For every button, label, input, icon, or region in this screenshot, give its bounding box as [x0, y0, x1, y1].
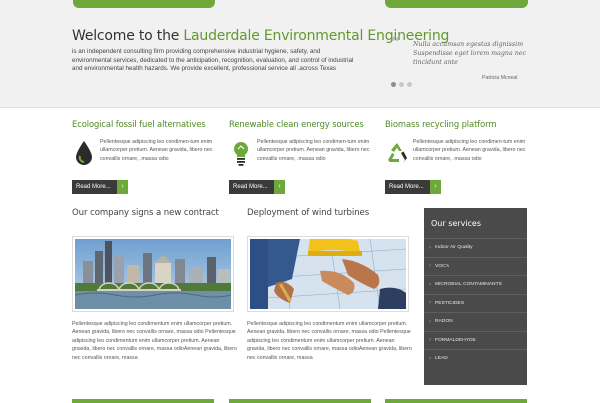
slider-dot[interactable]	[391, 82, 396, 87]
service-link-pesticides[interactable]: › PESTICIDES	[424, 293, 527, 313]
hero-tab-accent	[385, 0, 528, 8]
read-more-label: Read More...	[229, 180, 274, 194]
read-more-button[interactable]: Read More... ›	[229, 180, 285, 194]
services-list: › Indoor Air Quality › VOC's › MICROBIAL CO…	[424, 238, 527, 368]
slider-dots	[391, 82, 412, 87]
news-text: Pellentesque adipiscing leo condimentum …	[247, 321, 412, 361]
oil-drop-icon	[72, 139, 96, 167]
service-label: LEAD	[435, 356, 448, 362]
read-more-label: Read More...	[385, 180, 430, 194]
news-item-wind-turbines: Deployment of wind turbines Pellentesque…	[247, 208, 412, 361]
service-label: Indoor Air Quality	[435, 245, 473, 251]
chevron-right-icon: ›	[429, 355, 431, 362]
chevron-right-icon: ›	[430, 180, 441, 194]
company-name: Lauderdale Environmental Engineering	[183, 28, 450, 44]
service-link-indoor-air-quality[interactable]: › Indoor Air Quality	[424, 238, 527, 257]
service-label: VOC's	[435, 263, 449, 269]
feature-text: Pellentesque adipiscing leo condimen-tum…	[257, 139, 370, 162]
feature-title[interactable]: Renewable clean energy sources	[229, 119, 379, 129]
chevron-right-icon: ›	[274, 180, 285, 194]
chevron-right-icon: ›	[429, 244, 431, 251]
hero-banner: Welcome to the Lauderdale Environmental …	[0, 0, 600, 108]
slider-dot[interactable]	[399, 82, 404, 87]
read-more-button[interactable]: Read More... ›	[385, 180, 441, 194]
footer-accent-bar	[229, 399, 371, 403]
chevron-right-icon: ›	[429, 300, 431, 307]
testimonial-author: Patricia Mcneal	[482, 75, 518, 81]
city-skyline-photo[interactable]	[72, 236, 234, 312]
service-link-vocs[interactable]: › VOC's	[424, 256, 527, 276]
service-link-lead[interactable]: › LEAD	[424, 349, 527, 368]
service-label: RADON	[435, 319, 453, 325]
chevron-right-icon: ›	[117, 180, 128, 194]
intro-text: is an independent consulting firm provid…	[72, 48, 354, 73]
chevron-right-icon: ›	[429, 337, 431, 344]
read-more-button[interactable]: Read More... ›	[72, 180, 128, 194]
slider-dot[interactable]	[407, 82, 412, 87]
read-more-label: Read More...	[72, 180, 117, 194]
news-title[interactable]: Our company signs a new contract	[72, 208, 234, 218]
testimonial-quote: Nulla accumsan egestas dignissim Suspend…	[413, 41, 527, 66]
quote-icon: “	[390, 32, 401, 56]
service-label: MICROBIAL CONTAMINANTS	[435, 282, 502, 288]
service-link-microbial[interactable]: › MICROBIAL CONTAMINANTS	[424, 275, 527, 294]
service-label: PESTICIDES	[435, 300, 465, 306]
feature-fossil-fuel: Ecological fossil fuel alternatives Pell…	[72, 119, 222, 194]
news-title[interactable]: Deployment of wind turbines	[247, 208, 409, 218]
feature-title[interactable]: Ecological fossil fuel alternatives	[72, 119, 222, 129]
engineers-blueprint-photo[interactable]	[247, 236, 409, 312]
feature-text: Pellentesque adipiscing leo condimen-tum…	[413, 139, 526, 162]
feature-biomass: Biomass recycling platform Pellentesque …	[385, 119, 535, 194]
service-link-formaldehyde[interactable]: › FORMALDEHYDE	[424, 330, 527, 350]
chevron-right-icon: ›	[429, 263, 431, 270]
footer-accent-bar	[72, 399, 214, 403]
hero-tab-accent	[73, 0, 215, 8]
news-text: Pellentesque adipiscing leo condimentum …	[72, 321, 237, 361]
feature-clean-energy: Renewable clean energy sources Pellentes…	[229, 119, 379, 194]
chevron-right-icon: ›	[429, 281, 431, 288]
services-panel: Our services › Indoor Air Quality › VOC's …	[424, 208, 527, 385]
news-item-contract: Our company signs a new contract Pellent…	[72, 208, 237, 361]
welcome-prefix: Welcome to the	[72, 28, 184, 44]
services-title: Our services	[431, 219, 482, 228]
feature-title[interactable]: Biomass recycling platform	[385, 119, 535, 129]
recycle-icon	[385, 139, 409, 167]
chevron-right-icon: ›	[429, 318, 431, 325]
service-link-radon[interactable]: › RADON	[424, 312, 527, 331]
light-bulb-icon	[229, 139, 253, 167]
feature-text: Pellentesque adipiscing leo condimen-tum…	[100, 139, 213, 162]
footer-accent-bar	[385, 399, 527, 403]
service-label: FORMALDEHYDE	[435, 337, 476, 343]
